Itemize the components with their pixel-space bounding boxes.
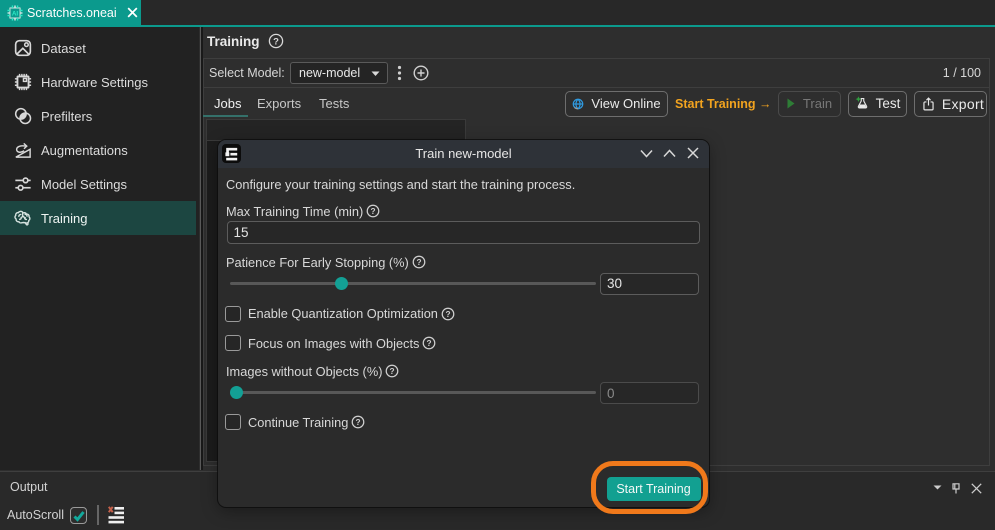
svg-text:?: ?: [427, 338, 432, 348]
svg-text:?: ?: [371, 206, 376, 216]
svg-text:?: ?: [445, 309, 450, 319]
svg-text:?: ?: [356, 417, 361, 427]
svg-text:?: ?: [273, 37, 279, 48]
svg-text:?: ?: [390, 366, 395, 376]
svg-text:AI: AI: [12, 10, 19, 17]
svg-text:?: ?: [416, 257, 421, 267]
